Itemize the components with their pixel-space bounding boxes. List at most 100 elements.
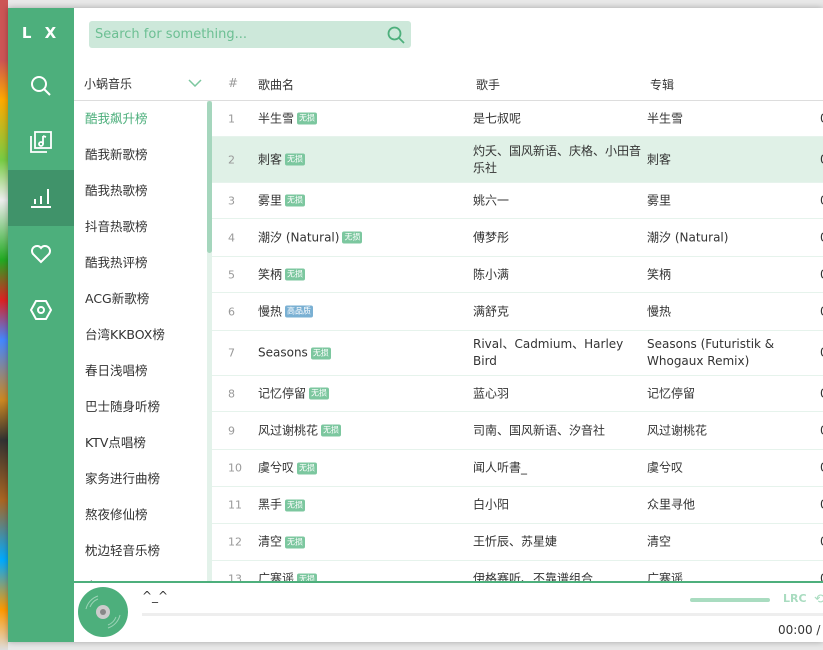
- song-name: 刺客 无损: [258, 151, 306, 168]
- track-title: ^_^: [142, 589, 169, 603]
- album: 众里寻他: [647, 497, 696, 512]
- play-time: 00:00 /: [778, 623, 821, 637]
- song-name: 潮汐 (Natural) 无损: [258, 229, 363, 246]
- sidebar: L X: [8, 8, 74, 642]
- board-item[interactable]: 小...: [74, 569, 212, 581]
- table-row[interactable]: 7 Seasons 无损 Rival、Cadmium、Harley Bird Se…: [212, 331, 823, 376]
- lyrics-toggle[interactable]: LRC: [783, 592, 807, 605]
- song-title: 记忆停留: [258, 386, 307, 400]
- table-row[interactable]: 13 广寒谣无损 伊格赛听、不靠谱组合 广寒谣 0: [212, 561, 823, 582]
- album: 笑柄: [647, 267, 672, 281]
- row-num: 3: [228, 194, 235, 207]
- app-window: L X 小蜗音乐 # 歌曲名 歌手 专辑 酷我飙升榜酷我新歌榜酷我热歌榜抖音热歌…: [8, 8, 823, 642]
- music-library-icon: [30, 131, 52, 153]
- song-name: 半生雪 无损: [258, 110, 318, 127]
- song-title: 半生雪: [258, 111, 295, 125]
- song-name: 虞兮叹 无损: [258, 460, 318, 477]
- song-name: 风过谢桃花 无损: [258, 422, 342, 439]
- song-title: 黑手: [258, 497, 283, 512]
- row-num: 9: [228, 424, 235, 437]
- board-item[interactable]: 抖音热歌榜: [74, 209, 212, 245]
- board-list: 酷我飙升榜 酷我新歌榜 酷我热歌榜 抖音热歌榜 酷我热评榜 ACG新歌榜 台湾KKBOX榜春…: [74, 101, 212, 581]
- board-item[interactable]: 熬夜修仙榜: [74, 497, 212, 533]
- nav-favorites[interactable]: [8, 226, 74, 282]
- album: 虞兮叹: [647, 460, 684, 475]
- singer: 姚六一: [473, 193, 510, 207]
- singer: 闻人听書_: [473, 460, 528, 475]
- song-name: 笑柄 无损: [258, 266, 306, 283]
- row-num: 4: [228, 231, 235, 244]
- nav-search[interactable]: [8, 58, 74, 114]
- col-name: 歌曲名: [258, 78, 295, 92]
- song-title: 风过谢桃花: [258, 423, 319, 437]
- nav-my-list[interactable]: [8, 114, 74, 170]
- album-disc-icon[interactable]: [78, 587, 128, 637]
- board-item[interactable]: 台湾KKBOX榜: [74, 317, 212, 353]
- table-row[interactable]: 9 风过谢桃花无损 司南、国风新语、汐音社 风过谢桃花 0: [212, 412, 823, 450]
- row-num: 12: [228, 535, 242, 549]
- quality-badge: 无损: [297, 112, 318, 125]
- board-item[interactable]: 巴士随身听榜: [74, 389, 212, 425]
- table-row[interactable]: 4 潮汐 (Natural)无损 傅梦彤 潮汐 (Natural) 0: [212, 219, 823, 257]
- search-icon[interactable]: [387, 26, 405, 44]
- quality-badge: 无损: [285, 499, 306, 511]
- search-box[interactable]: [89, 21, 411, 48]
- quality-badge: 无损: [342, 231, 363, 244]
- quality-badge: 无损: [285, 153, 306, 166]
- song-title: 清空: [258, 534, 283, 549]
- nav-leaderboard[interactable]: [8, 170, 74, 226]
- table-row[interactable]: 2 刺客无损 灼夭、国风新语、庆格、小田音乐社 刺客 0: [212, 137, 823, 183]
- singer: 司南、国风新语、汐音社: [473, 423, 606, 437]
- song-title: Seasons: [258, 345, 308, 360]
- table-row[interactable]: 6 慢热高品质 满舒克 慢热 0: [212, 293, 823, 331]
- quality-badge: 无损: [310, 347, 331, 359]
- album: 雾里: [647, 193, 672, 207]
- table-row[interactable]: 3 雾里无损 姚六一 雾里 0: [212, 183, 823, 219]
- song-name: 慢热 高品质: [258, 303, 314, 320]
- leaderboard-icon: [31, 189, 51, 208]
- song-title: 刺客: [258, 152, 283, 166]
- search-input[interactable]: [95, 27, 387, 42]
- board-item[interactable]: KTV点唱榜: [74, 425, 212, 461]
- song-title: 慢热: [258, 304, 283, 318]
- nav-settings[interactable]: [8, 282, 74, 338]
- table-row[interactable]: 11 黑手无损 白小阳 众里寻他 0: [212, 487, 823, 524]
- row-num: 11: [228, 498, 242, 512]
- table-row[interactable]: 1 半生雪无损 是七叔呢 半生雪 0: [212, 101, 823, 137]
- table-row[interactable]: 8 记忆停留无损 蓝心羽 记忆停留 0: [212, 376, 823, 412]
- row-num: 10: [228, 461, 242, 475]
- singer: 陈小满: [473, 267, 510, 281]
- row-num: 7: [228, 346, 235, 360]
- board-item[interactable]: 枕边轻音乐榜: [74, 533, 212, 569]
- heart-icon: [31, 245, 51, 264]
- source-select[interactable]: 小蜗音乐: [74, 66, 212, 100]
- search-icon: [31, 76, 51, 96]
- album: 慢热: [647, 304, 672, 318]
- table-row[interactable]: 12 清空无损 王忻辰、苏星婕 清空 0: [212, 524, 823, 561]
- singer: 傅梦彤: [473, 230, 510, 244]
- album: 清空: [647, 534, 672, 549]
- table-row[interactable]: 10 虞兮叹无损 闻人听書_ 虞兮叹 0: [212, 450, 823, 487]
- volume-slider[interactable]: [690, 598, 770, 602]
- settings-icon: [30, 300, 52, 320]
- song-name: 清空 无损: [258, 534, 306, 551]
- board-item[interactable]: 酷我热歌榜: [74, 173, 212, 209]
- progress-bar[interactable]: [142, 613, 823, 616]
- board-item[interactable]: 家务进行曲榜: [74, 461, 212, 497]
- row-num: 1: [228, 112, 235, 125]
- album: 风过谢桃花: [647, 423, 708, 437]
- table-row[interactable]: 5 笑柄无损 陈小满 笑柄 0: [212, 257, 823, 293]
- album: 刺客: [647, 152, 672, 166]
- board-item[interactable]: 春日浅唱榜: [74, 353, 212, 389]
- singer: 灼夭、国风新语、庆格、小田音乐社: [473, 143, 642, 175]
- quality-badge: 高品质: [285, 305, 314, 318]
- quality-badge: 无损: [321, 424, 342, 437]
- board-item[interactable]: 酷我热评榜: [74, 245, 212, 281]
- song-name: 黑手 无损: [258, 497, 306, 514]
- song-name: 记忆停留 无损: [258, 385, 330, 402]
- board-item[interactable]: 酷我新歌榜: [74, 137, 212, 173]
- board-item[interactable]: ACG新歌榜: [74, 281, 212, 317]
- row-num: 8: [228, 387, 235, 400]
- board-item[interactable]: 酷我飙升榜: [74, 101, 212, 137]
- loop-icon[interactable]: ⟲: [814, 592, 823, 607]
